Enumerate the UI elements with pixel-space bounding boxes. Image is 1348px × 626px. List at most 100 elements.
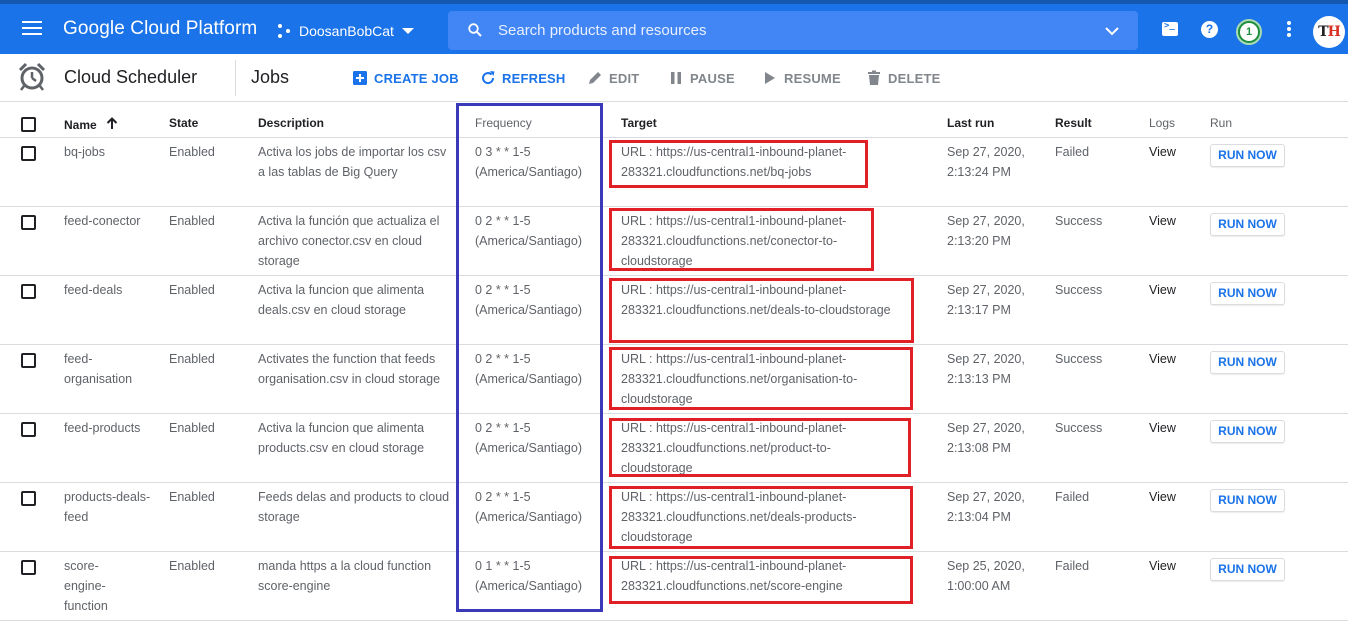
chevron-down-icon <box>401 28 414 34</box>
run-now-button[interactable]: RUN NOW <box>1210 144 1285 167</box>
row-checkbox[interactable] <box>21 215 36 230</box>
page-toolbar: Cloud Scheduler Jobs CREATE JOB REFRESH … <box>0 54 1348 102</box>
job-name[interactable]: feed-conector <box>64 211 154 231</box>
job-description: manda https a la cloud function score-en… <box>258 559 432 593</box>
row-checkbox[interactable] <box>21 353 36 368</box>
create-job-label: CREATE JOB <box>374 70 459 86</box>
pause-label: PAUSE <box>690 70 735 86</box>
avatar-initial-left: T <box>1318 24 1328 40</box>
job-target: URL : https://us-central1-inbound-planet… <box>621 214 847 268</box>
column-header-target[interactable]: Target <box>621 116 657 130</box>
job-result: Success <box>1055 214 1103 228</box>
create-job-button[interactable]: CREATE JOB <box>352 69 459 87</box>
job-name[interactable]: bq-jobs <box>64 142 154 162</box>
job-name[interactable]: feed-products <box>64 418 154 438</box>
column-header-logs: Logs <box>1149 116 1176 130</box>
run-now-button[interactable]: RUN NOW <box>1210 213 1285 236</box>
table-header: Name State Description Frequency Target … <box>0 110 1348 138</box>
refresh-button[interactable]: REFRESH <box>480 69 566 87</box>
edit-button[interactable]: EDIT <box>587 69 639 87</box>
view-logs-link[interactable]: View <box>1149 142 1199 162</box>
search-bar[interactable] <box>448 11 1138 50</box>
job-state: Enabled <box>169 421 215 435</box>
row-checkbox[interactable] <box>21 491 36 506</box>
job-last-run: Sep 27, 2020, 2:13:24 PM <box>947 145 1025 179</box>
job-frequency: 0 2 * * 1-5 (America/Santiago) <box>475 490 582 524</box>
notifications-badge[interactable]: 1 <box>1236 19 1262 45</box>
view-logs-link[interactable]: View <box>1149 487 1199 507</box>
delete-button[interactable]: DELETE <box>866 69 940 87</box>
play-icon <box>765 72 775 84</box>
column-header-frequency[interactable]: Frequency <box>475 116 532 130</box>
column-header-last-run[interactable]: Last run <box>947 116 994 130</box>
run-now-button[interactable]: RUN NOW <box>1210 489 1285 512</box>
row-checkbox[interactable] <box>21 422 36 437</box>
job-description: Activa los jobs de importar los csv a la… <box>258 145 447 179</box>
run-now-button[interactable]: RUN NOW <box>1210 282 1285 305</box>
toolbar-divider <box>235 60 236 96</box>
job-state: Enabled <box>169 559 215 573</box>
avatar-initial-right: H <box>1327 24 1341 40</box>
top-app-bar: Google Cloud Platform DoosanBobCat ? 1 T… <box>0 0 1348 54</box>
cloud-shell-icon[interactable] <box>1159 19 1181 41</box>
job-result: Success <box>1055 283 1103 297</box>
job-result: Success <box>1055 421 1103 435</box>
more-options-icon[interactable] <box>1281 19 1297 41</box>
run-now-button[interactable]: RUN NOW <box>1210 351 1285 374</box>
hamburger-menu-icon[interactable] <box>22 18 42 36</box>
row-checkbox[interactable] <box>21 560 36 575</box>
job-name[interactable]: products-deals-feed <box>64 487 154 527</box>
row-checkbox[interactable] <box>21 146 36 161</box>
view-logs-link[interactable]: View <box>1149 280 1199 300</box>
project-name: DoosanBobCat <box>299 23 394 39</box>
job-frequency: 0 2 * * 1-5 (America/Santiago) <box>475 214 582 248</box>
column-header-description[interactable]: Description <box>258 116 324 130</box>
sort-ascending-arrow-icon[interactable] <box>106 117 118 130</box>
job-last-run: Sep 25, 2020, 1:00:00 AM <box>947 559 1025 593</box>
job-name[interactable]: feed-deals <box>64 280 154 300</box>
view-logs-link[interactable]: View <box>1149 556 1199 576</box>
pause-icon <box>671 72 681 84</box>
search-icon <box>468 23 482 37</box>
pause-button[interactable]: PAUSE <box>668 69 735 87</box>
job-frequency: 0 2 * * 1-5 (America/Santiago) <box>475 352 582 386</box>
table-row: feed-products Enabled Activa la funcion … <box>0 414 1348 483</box>
notification-count: 1 <box>1240 23 1258 41</box>
job-result: Failed <box>1055 490 1090 504</box>
job-target: URL : https://us-central1-inbound-planet… <box>621 145 847 179</box>
column-header-name[interactable]: Name <box>64 116 118 132</box>
view-logs-link[interactable]: View <box>1149 211 1199 231</box>
view-logs-link[interactable]: View <box>1149 418 1199 438</box>
job-name[interactable]: feed-organisation <box>64 349 154 389</box>
job-target: URL : https://us-central1-inbound-planet… <box>621 352 858 406</box>
job-description: Feeds delas and products to cloud storag… <box>258 490 450 524</box>
brand-title[interactable]: Google Cloud Platform <box>63 18 257 40</box>
row-checkbox[interactable] <box>21 284 36 299</box>
job-last-run: Sep 27, 2020, 2:13:08 PM <box>947 421 1025 455</box>
avatar[interactable]: TH <box>1313 16 1345 48</box>
column-header-state[interactable]: State <box>169 116 198 130</box>
project-selector[interactable]: DoosanBobCat <box>278 18 414 44</box>
cloud-scheduler-clock-icon <box>18 62 46 91</box>
select-all-checkbox[interactable] <box>21 117 36 132</box>
job-frequency: 0 2 * * 1-5 (America/Santiago) <box>475 421 582 455</box>
trash-icon <box>868 70 880 85</box>
job-state: Enabled <box>169 352 215 366</box>
column-header-result[interactable]: Result <box>1055 116 1092 130</box>
run-now-button[interactable]: RUN NOW <box>1210 558 1285 581</box>
project-dots-icon <box>278 24 292 38</box>
search-expand-chevron-icon[interactable] <box>1104 23 1120 39</box>
pencil-icon <box>589 72 601 84</box>
view-logs-link[interactable]: View <box>1149 349 1199 369</box>
run-now-button[interactable]: RUN NOW <box>1210 420 1285 443</box>
table-row: products-deals-feed Enabled Feeds delas … <box>0 483 1348 552</box>
help-icon[interactable]: ? <box>1199 19 1221 41</box>
refresh-icon <box>482 71 495 85</box>
table-row: feed-deals Enabled Activa la funcion que… <box>0 276 1348 345</box>
job-target: URL : https://us-central1-inbound-planet… <box>621 421 847 475</box>
job-target: URL : https://us-central1-inbound-planet… <box>621 559 847 593</box>
job-name[interactable]: score-engine-function <box>64 556 124 616</box>
search-input[interactable] <box>498 11 1078 50</box>
section-title: Jobs <box>251 67 290 87</box>
resume-button[interactable]: RESUME <box>762 69 841 87</box>
